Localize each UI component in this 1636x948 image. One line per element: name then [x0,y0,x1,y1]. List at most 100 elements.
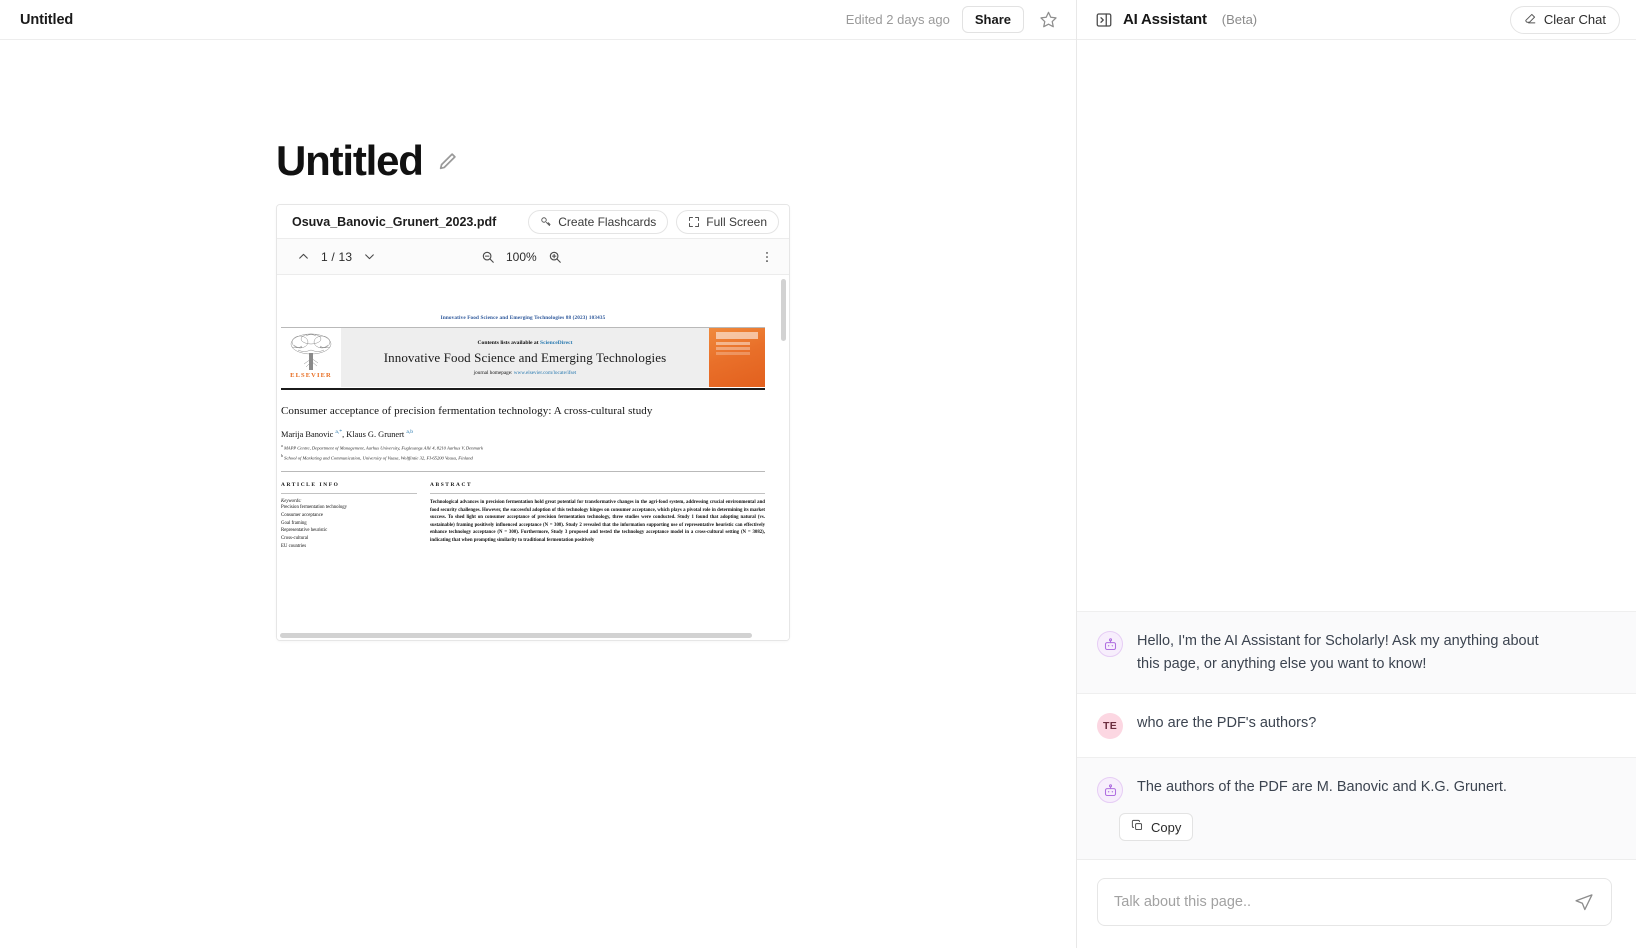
pdf-toolbar: 1 / 13 100% [277,239,789,275]
panel-collapse-icon[interactable] [1095,11,1113,29]
pdf-viewport[interactable]: Innovative Food Science and Emerging Tec… [277,275,789,640]
avatar-initials: TE [1102,720,1118,732]
document-topbar: Untitled Edited 2 days ago Share [0,0,1076,40]
more-vertical-icon[interactable] [755,250,779,264]
contents-prefix: Contents lists available at [477,339,540,346]
journal-name: Innovative Food Science and Emerging Tec… [383,349,667,365]
send-icon[interactable] [1573,891,1595,913]
robot-icon [1097,631,1123,658]
chat-message-text: Hello, I'm the AI Assistant for Scholarl… [1137,633,1539,672]
full-screen-label: Full Screen [706,214,767,229]
pdf-page-nav: 1 / 13 [295,248,378,265]
robot-icon [1097,777,1123,803]
chevron-up-icon[interactable] [295,248,312,265]
keyword-item: EU countries [281,543,307,549]
copy-button[interactable]: Copy [1119,813,1194,841]
zoom-in-icon[interactable] [547,248,564,265]
pdf-horizontal-scroll-thumb[interactable] [280,633,752,638]
chat-input[interactable] [1114,894,1573,910]
page-indicator: 1 / 13 [321,249,353,264]
pdf-filename: Osuva_Banovic_Grunert_2023.pdf [292,214,497,229]
abstract-column: ABSTRACT Technological advances in preci… [430,482,765,551]
edited-timestamp: Edited 2 days ago [845,12,950,27]
divider [281,471,765,473]
divider: Technological advances in precision ferm… [430,493,765,544]
journal-homepage-link[interactable]: www.elsevier.com/locate/ifset [514,370,576,376]
pdf-zoom-controls: 100% [479,248,564,265]
create-flashcards-button[interactable]: Create Flashcards [528,209,669,234]
abstract-text: Technological advances in precision ferm… [430,500,765,543]
chat-message-text: who are the PDF's authors? [1137,715,1317,731]
pdf-card-actions: Create Flashcards Full Screen [528,209,779,234]
create-flashcards-label: Create Flashcards [558,214,657,229]
chevron-down-icon[interactable] [361,248,378,265]
elsevier-wordmark: ELSEVIER [290,372,332,379]
zoom-level: 100% [506,249,537,264]
document-body: Untitled Osuva_Banovic_Grunert_2023.pdf … [0,40,1076,948]
pdf-horizontal-scrollbar[interactable] [277,631,789,640]
affiliation-a: MAPP Centre, Department of Management, A… [283,445,483,451]
pdf-page-1: Innovative Food Science and Emerging Tec… [277,315,779,551]
pdf-card-header: Osuva_Banovic_Grunert_2023.pdf Create Fl… [277,205,789,239]
document-topbar-actions: Edited 2 days ago Share [845,5,1060,34]
document-pane: Untitled Edited 2 days ago Share Untitle… [0,0,1076,948]
divider: Keywords: Precision fermentation technol… [281,493,417,551]
pdf-vertical-scroll-thumb[interactable] [781,279,786,341]
document-topbar-title: Untitled [20,11,74,28]
ai-assistant-beta-label: (Beta) [1221,12,1258,27]
pdf-vertical-scrollbar[interactable] [778,275,789,640]
flashcards-icon [540,216,552,228]
ai-assistant-header: AI Assistant (Beta) Clear Chat [1077,0,1636,40]
journal-homepage-line: journal homepage: www.elsevier.com/locat… [474,370,577,376]
contents-available-line: Contents lists available at ScienceDirec… [478,340,573,346]
composer-box[interactable] [1097,878,1612,926]
full-screen-button[interactable]: Full Screen [676,209,779,234]
pencil-icon[interactable] [437,150,459,172]
clear-chat-button[interactable]: Clear Chat [1509,5,1620,34]
ai-assistant-title: AI Assistant [1123,11,1207,28]
journal-masthead: ELSEVIER Contents lists available at Sci… [281,328,765,387]
ai-composer [1077,859,1636,948]
keyword-item: Precision fermentation technology [281,505,348,511]
eraser-icon [1524,12,1537,28]
journal-banner: Contents lists available at ScienceDirec… [341,328,709,387]
affiliation-b: School of Marketing and Communication, U… [284,455,473,461]
copy-label: Copy [1151,819,1182,835]
keyword-item: Consumer acceptance [281,512,323,518]
article-info-heading: ARTICLE INFO [281,482,340,489]
chat-message-row: The authors of the PDF are M. Banovic an… [1097,776,1612,803]
divider [281,388,765,390]
elsevier-logo: ELSEVIER [281,328,341,387]
journal-cover-thumbnail [709,328,765,387]
page-title-row: Untitled [276,140,1076,182]
chat-message-text: The authors of the PDF are M. Banovic an… [1137,779,1507,795]
share-button[interactable]: Share [961,5,1024,34]
abstract-heading: ABSTRACT [430,482,473,489]
pdf-embed-card: Osuva_Banovic_Grunert_2023.pdf Create Fl… [276,204,790,641]
chat-message-bot-greeting: Hello, I'm the AI Assistant for Scholarl… [1077,611,1636,693]
page-title: Untitled [276,137,424,184]
homepage-prefix: journal homepage: [473,369,514,376]
chat-message-user: TE who are the PDF's authors? [1077,693,1636,757]
paper-title: Consumer acceptance of precision ferment… [281,405,653,417]
copy-icon [1131,819,1144,835]
paper-running-head: Innovative Food Science and Emerging Tec… [440,315,606,321]
article-info-column: ARTICLE INFO Keywords: Precision ferment… [281,482,417,551]
clear-chat-label: Clear Chat [1543,12,1606,27]
keyword-item: Representative heuristic [281,528,328,534]
avatar: TE [1097,713,1123,739]
keyword-item: Goal framing [281,520,307,526]
paper-affiliations: a MAPP Centre, Department of Management,… [281,443,483,461]
keyword-item: Cross-cultural [281,536,309,542]
expand-icon [688,216,700,228]
paper-content: Innovative Food Science and Emerging Tec… [277,315,779,551]
elsevier-tree-icon [290,333,332,370]
ai-assistant-pane: AI Assistant (Beta) Clear Chat Hello, I'… [1076,0,1636,948]
zoom-out-icon[interactable] [479,248,496,265]
paper-authors: Marija Banovic a,*, Klaus G. Grunert a,b [281,428,413,439]
chat-message-bot-answer: The authors of the PDF are M. Banovic an… [1077,757,1636,859]
paper-columns: ARTICLE INFO Keywords: Precision ferment… [281,482,765,551]
star-outline-icon[interactable] [1036,8,1060,32]
app-root: Untitled Edited 2 days ago Share Untitle… [0,0,1636,948]
sciencedirect-link[interactable]: ScienceDirect [540,340,573,346]
